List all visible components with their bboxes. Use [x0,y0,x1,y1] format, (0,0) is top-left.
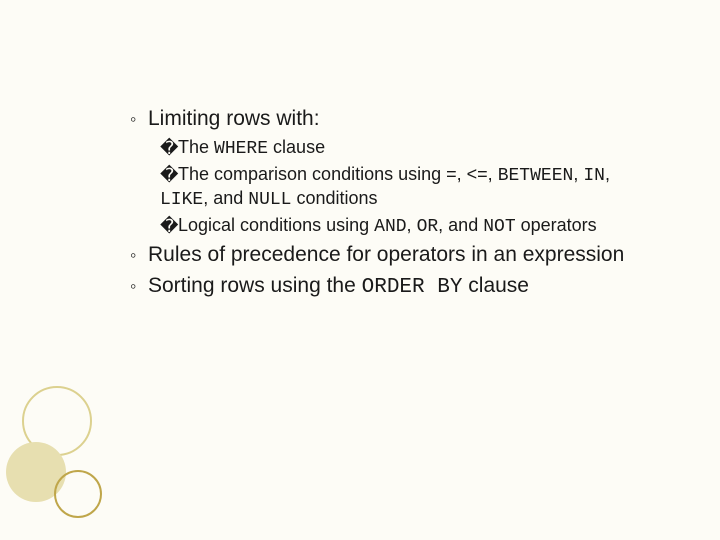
text: Logical conditions using [178,215,374,235]
code-order-by: ORDER BY [362,276,463,299]
bullet-icon: ◦ [130,275,148,298]
code-like: LIKE [160,190,203,210]
code-where: WHERE [214,139,268,159]
square-bullet-icon: � [160,215,178,238]
text: , [407,215,417,235]
bullet-precedence: ◦Rules of precedence for operators in an… [130,242,650,268]
sub-bullet-logical: �Logical conditions using AND, OR, and N… [160,214,650,239]
text: Sorting rows using the [148,274,362,297]
code-or: OR [417,217,439,237]
code-and: AND [374,217,406,237]
code-not: NOT [483,217,515,237]
sub-bullet-list: �The WHERE clause �The comparison condit… [160,136,650,238]
bullet-text: Limiting rows with: [148,107,320,130]
code-null: NULL [248,190,291,210]
text: The [178,137,214,157]
text: clause [268,137,325,157]
sub-bullet-where: �The WHERE clause [160,136,650,161]
sub-bullet-comparison: �The comparison conditions using =, <=, … [160,163,650,212]
decorative-circle [54,470,102,518]
bullet-limiting-rows: ◦Limiting rows with: [130,106,650,132]
text: , [573,164,583,184]
text: , and [203,188,248,208]
text: conditions [291,188,377,208]
text: , and [438,215,483,235]
text: clause [462,274,529,297]
text: , [605,164,610,184]
code-between: BETWEEN [498,166,574,186]
code-in: IN [583,166,605,186]
bullet-icon: ◦ [130,108,148,131]
slide-content: ◦Limiting rows with: �The WHERE clause �… [130,106,650,305]
bullet-text: Rules of precedence for operators in an … [148,243,624,266]
text: operators [516,215,597,235]
slide: ◦Limiting rows with: �The WHERE clause �… [0,0,720,540]
square-bullet-icon: � [160,137,178,160]
bullet-sorting: ◦Sorting rows using the ORDER BY clause [130,273,650,301]
text: The comparison conditions using =, <=, [178,164,498,184]
bullet-icon: ◦ [130,244,148,267]
square-bullet-icon: � [160,164,178,187]
